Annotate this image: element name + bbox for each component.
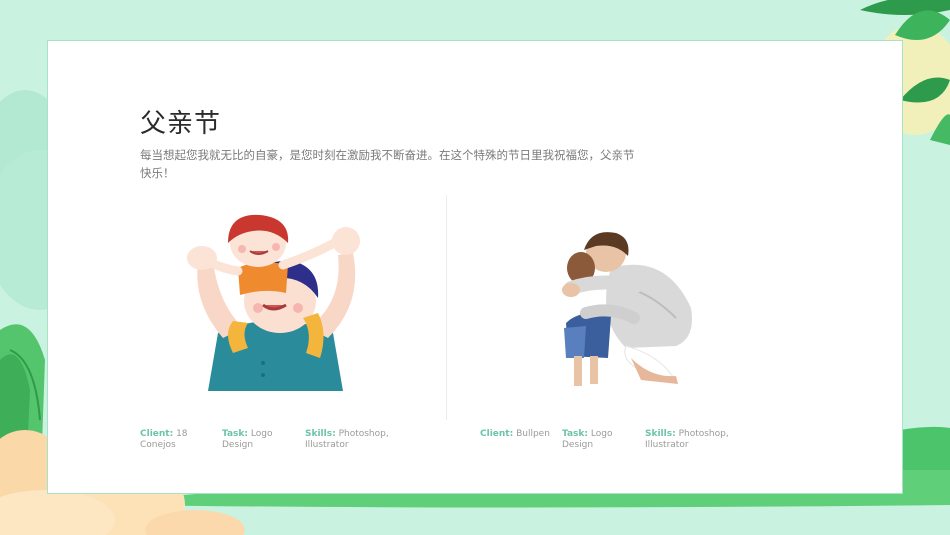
column-divider	[446, 195, 447, 420]
item-1-task: Task: Logo Design	[222, 429, 273, 450]
item-2-client: Client: Bullpen	[480, 429, 550, 439]
item-2-task: Task: Logo Design	[562, 429, 613, 450]
item-1-client: Client: 18 Conejos	[140, 429, 188, 450]
item-2-skills: Skills: Photoshop, Illustrator	[645, 429, 729, 450]
item-1-skills: Skills: Photoshop, Illustrator	[305, 429, 389, 450]
father-child-shoulders-illustration-icon	[187, 214, 360, 391]
page-description: 每当想起您我就无比的自豪，是您时刻在激励我不断奋进。在这个特殊的节日里我祝福您，…	[140, 148, 635, 180]
page-title: 父亲节	[140, 109, 222, 139]
father-hug-illustration-icon	[562, 232, 692, 386]
